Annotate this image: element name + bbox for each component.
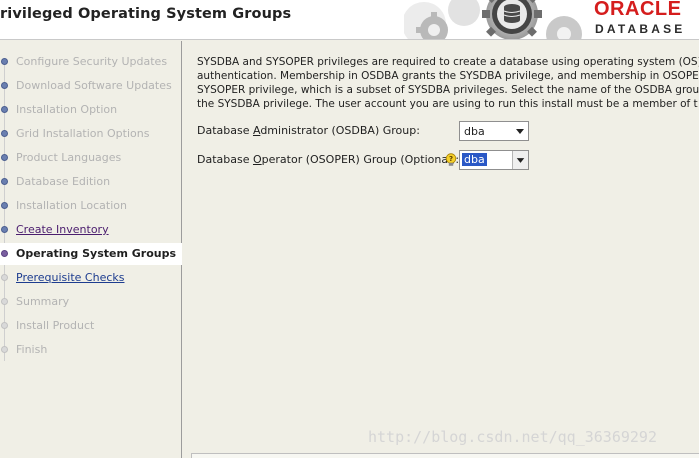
main-panel: SYSDBA and SYSOPER privileges are requir…: [183, 41, 699, 458]
description-line: SYSDBA and SYSOPER privileges are requir…: [197, 56, 699, 68]
sidebar-step-install-product: Install Product: [0, 315, 182, 337]
sidebar-step-label[interactable]: Create Inventory: [16, 223, 109, 236]
osdba-label-part: dministrator (OSDBA) Group:: [260, 124, 420, 137]
osoper-label-part: perator (OSOPER) Group (Optional):: [261, 153, 460, 166]
sidebar-step-label: Grid Installation Options: [16, 127, 150, 140]
sidebar-step-label: Installation Location: [16, 199, 127, 212]
sidebar-step-label: Configure Security Updates: [16, 55, 168, 68]
chevron-down-icon[interactable]: [512, 122, 528, 140]
sidebar-step-configure-security-updates: Configure Security Updates: [0, 51, 182, 73]
svg-text:?: ?: [449, 155, 453, 163]
sidebar-step-label: Install Product: [16, 319, 95, 332]
sidebar-step-download-software-updates: Download Software Updates: [0, 75, 182, 97]
database-wordmark: DATABASE: [595, 22, 686, 36]
header-banner: rivileged Operating System Groups ORACLE…: [0, 0, 699, 40]
watermark-text: http://blog.csdn.net/qq_36369292: [368, 428, 657, 446]
sidebar-step-label: Database Edition: [16, 175, 111, 188]
sidebar-step-label: Installation Option: [16, 103, 118, 116]
messages-pane: [191, 453, 699, 458]
step-indicator-icon: [1, 130, 8, 137]
sidebar-step-label: Operating System Groups: [16, 247, 177, 260]
osoper-label-part: Database: [197, 153, 253, 166]
sidebar-step-prerequisite-checks[interactable]: Prerequisite Checks: [0, 267, 182, 289]
step-indicator-icon: [1, 274, 8, 281]
osdba-group-select[interactable]: dba: [459, 121, 529, 141]
step-indicator-icon: [1, 106, 8, 113]
sidebar-step-label: Summary: [16, 295, 70, 308]
sidebar-step-database-edition: Database Edition: [0, 171, 182, 193]
osoper-group-value[interactable]: dba: [462, 153, 487, 166]
step-indicator-icon: [1, 298, 8, 305]
steps-sidebar: Configure Security Updates Download Softw…: [0, 41, 182, 458]
sidebar-step-label: Finish: [16, 343, 48, 356]
step-indicator-icon: [1, 226, 8, 233]
description-line: the SYSDBA privilege. The user account y…: [197, 98, 698, 110]
sidebar-step-label: Product Languages: [16, 151, 122, 164]
description-line: SYSOPER privilege, which is a subset of …: [197, 84, 699, 96]
osdba-group-label: Database Administrator (OSDBA) Group:: [197, 124, 420, 137]
sidebar-step-grid-installation-options: Grid Installation Options: [0, 123, 182, 145]
gears-graphic-icon: [404, 0, 589, 39]
page-title: rivileged Operating System Groups: [0, 6, 292, 22]
sidebar-step-label[interactable]: Prerequisite Checks: [16, 271, 124, 284]
sidebar-step-installation-option: Installation Option: [0, 99, 182, 121]
step-indicator-icon: [1, 58, 8, 65]
step-indicator-icon: [1, 178, 8, 185]
chevron-down-icon[interactable]: [512, 151, 528, 169]
osoper-mnemonic: O: [252, 153, 262, 166]
osoper-group-label: Database Operator (OSOPER) Group (Option…: [197, 153, 459, 166]
step-indicator-icon: [1, 346, 8, 353]
step-indicator-icon: [1, 250, 8, 257]
description-line: authentication. Membership in OSDBA gran…: [197, 70, 699, 82]
step-indicator-icon: [1, 322, 8, 329]
oracle-wordmark: ORACLE: [594, 0, 682, 20]
sidebar-step-installation-location: Installation Location: [0, 195, 182, 217]
sidebar-step-finish: Finish: [0, 339, 182, 361]
oracle-logo: ORACLE DATABASE: [590, 0, 699, 39]
step-indicator-icon: [1, 154, 8, 161]
sidebar-step-label: Download Software Updates: [16, 79, 172, 92]
description-text: SYSDBA and SYSOPER privileges are requir…: [197, 55, 699, 111]
osdba-group-value: dba: [464, 125, 485, 138]
osdba-label-part: Database: [197, 124, 253, 137]
step-indicator-icon: [1, 82, 8, 89]
sidebar-step-operating-system-groups[interactable]: Operating System Groups: [0, 243, 182, 265]
sidebar-step-summary: Summary: [0, 291, 182, 313]
hint-lightbulb-icon[interactable]: ?: [445, 153, 457, 167]
osoper-group-combobox[interactable]: dba: [459, 150, 529, 170]
step-indicator-icon: [1, 202, 8, 209]
sidebar-step-create-inventory[interactable]: Create Inventory: [0, 219, 182, 241]
sidebar-step-product-languages: Product Languages: [0, 147, 182, 169]
